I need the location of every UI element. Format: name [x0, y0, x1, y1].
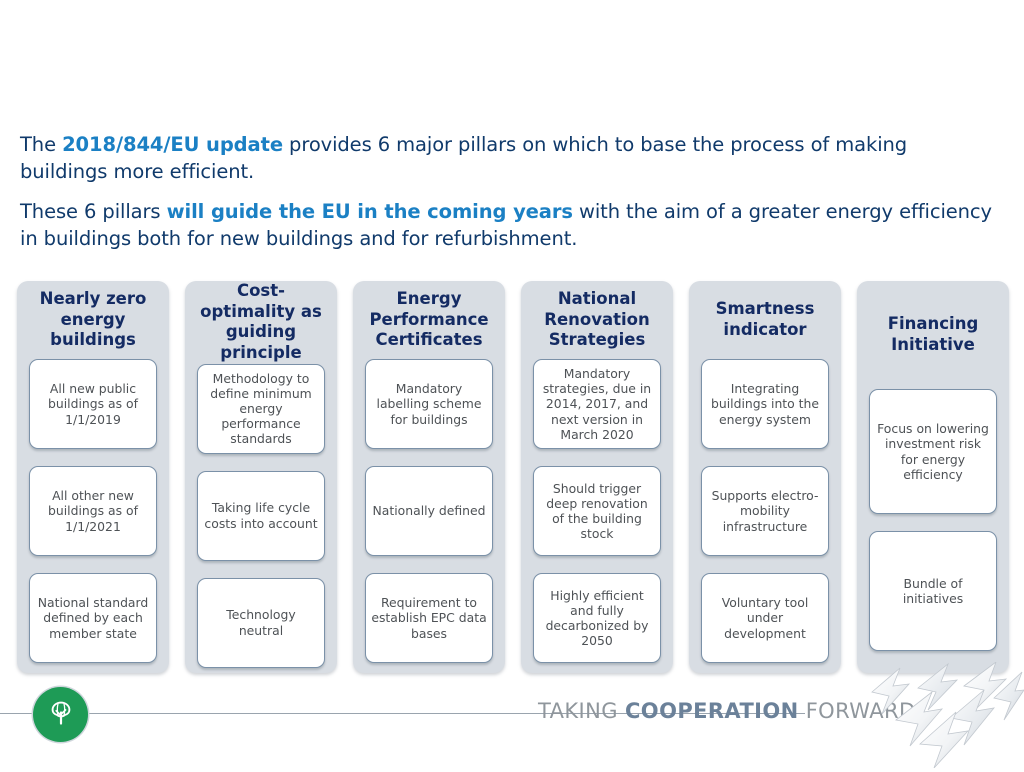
pillar-card: National standard defined by each member…	[29, 573, 157, 663]
tagline-part-2: COOPERATION	[625, 699, 799, 723]
pillar-title: Cost-optimality as guiding principle	[200, 281, 322, 362]
pillar-card: Voluntary tool under development	[701, 573, 829, 663]
pillar-card: Focus on lowering investment risk for en…	[869, 389, 997, 514]
pillar-card: All other new buildings as of 1/1/2021	[29, 466, 157, 556]
pillar-financing-initiative: Financing Initiative Focus on lowering i…	[857, 281, 1009, 673]
pillar-title: Smartness indicator	[715, 299, 815, 339]
pillar-title: Nearly zero energy buildings	[39, 289, 147, 350]
tree-icon	[44, 696, 78, 734]
tagline-part-3: FORWARD	[798, 699, 916, 723]
pillar-card: Should trigger deep renovation of the bu…	[533, 466, 661, 556]
pillar-card: Supports electro-mobility infrastructure	[701, 466, 829, 556]
intro-p2-highlight: will guide the EU in the coming years	[166, 200, 573, 224]
pillar-card: Taking life cycle costs into account	[197, 470, 325, 561]
pillar-nearly-zero-energy-buildings: Nearly zero energy buildings All new pub…	[17, 281, 169, 673]
pillar-title: National Renovation Strategies	[544, 289, 650, 350]
pillar-card: All new public buildings as of 1/1/2019	[29, 359, 157, 449]
pillars-row: Nearly zero energy buildings All new pub…	[17, 281, 1009, 673]
pillar-card: Mandatory labelling scheme for buildings	[365, 359, 493, 449]
pillar-card: Highly efficient and fully decarbonized …	[533, 573, 661, 663]
intro-text-block: The 2018/844/EU update provides 6 major …	[20, 132, 995, 267]
intro-paragraph-1: The 2018/844/EU update provides 6 major …	[20, 132, 995, 185]
tagline-part-1: TAKING	[538, 699, 625, 723]
pillar-card-list: Focus on lowering investment risk for en…	[863, 389, 1003, 651]
intro-p2-pre: These 6 pillars	[20, 200, 167, 224]
pillar-smartness-indicator: Smartness indicator Integrating building…	[689, 281, 841, 673]
intro-paragraph-2: These 6 pillars will guide the EU in the…	[20, 199, 995, 252]
pillar-card: Technology neutral	[197, 577, 325, 668]
pillar-card-list: Mandatory labelling scheme for buildings…	[359, 359, 499, 663]
pillar-card-list: Mandatory strategies, due in 2014, 2017,…	[527, 359, 667, 663]
tagline: TAKING COOPERATION FORWARD	[538, 699, 916, 723]
intro-p1-highlight: 2018/844/EU update	[62, 133, 283, 156]
tree-logo	[33, 687, 88, 742]
pillar-card: Mandatory strategies, due in 2014, 2017,…	[533, 359, 661, 449]
pillar-card-list: Integrating buildings into the energy sy…	[695, 359, 835, 663]
pillar-cost-optimality: Cost-optimality as guiding principle Met…	[185, 281, 337, 673]
intro-p1-pre: The	[20, 133, 63, 156]
pillar-title: Energy Performance Certificates	[369, 289, 489, 350]
pillar-card-list: All new public buildings as of 1/1/2019 …	[23, 359, 163, 663]
pillar-national-renovation-strategies: National Renovation Strategies Mandatory…	[521, 281, 673, 673]
pillar-card: Methodology to define minimum energy per…	[197, 363, 325, 454]
pillar-card: Bundle of initiatives	[869, 531, 997, 651]
pillar-card: Integrating buildings into the energy sy…	[701, 359, 829, 449]
pillar-title: Financing Initiative	[887, 314, 979, 354]
pillar-card: Requirement to establish EPC data bases	[365, 573, 493, 663]
pillar-energy-performance-certificates: Energy Performance Certificates Mandator…	[353, 281, 505, 673]
pillar-card: Nationally defined	[365, 466, 493, 556]
pillar-card-list: Methodology to define minimum energy per…	[191, 363, 331, 668]
